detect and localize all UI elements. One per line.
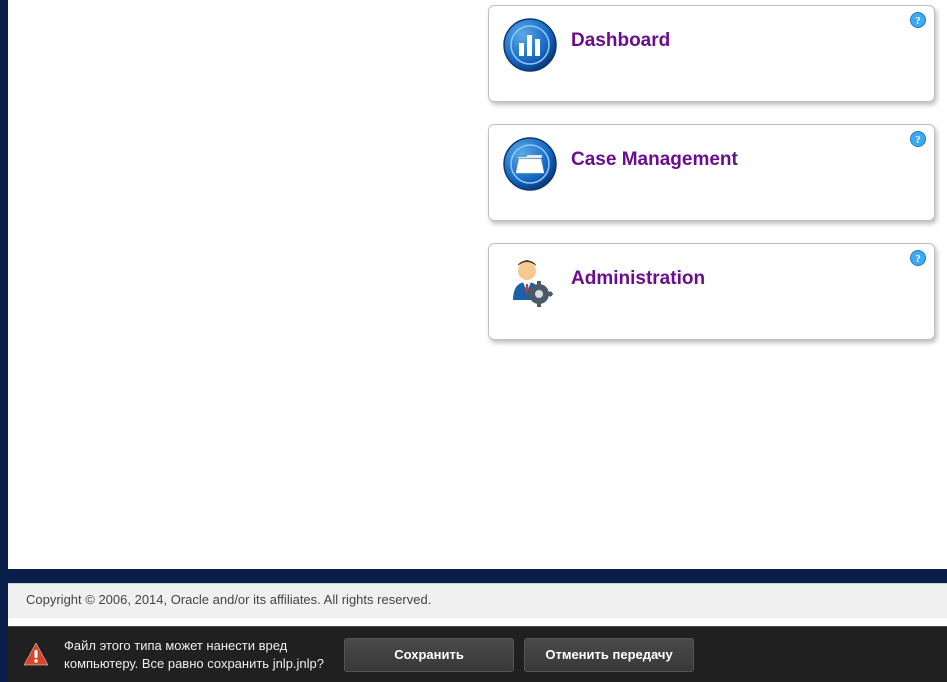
warning-line-1: Файл этого типа может нанести вред bbox=[64, 637, 324, 655]
help-icon[interactable]: ? bbox=[910, 250, 926, 266]
svg-text:?: ? bbox=[915, 253, 921, 265]
warning-icon bbox=[22, 641, 50, 669]
download-bar: Файл этого типа может нанести вред компь… bbox=[8, 626, 947, 682]
help-icon[interactable]: ? bbox=[910, 131, 926, 147]
user-gear-icon bbox=[503, 256, 557, 310]
warning-line-2: компьютеру. Все равно сохранить jnlp.jnl… bbox=[64, 655, 324, 673]
card-dashboard[interactable]: ? bbox=[488, 5, 935, 102]
cards-container: ? bbox=[488, 5, 935, 362]
cancel-download-button[interactable]: Отменить передачу bbox=[524, 638, 694, 672]
card-title-label: Administration bbox=[571, 268, 705, 290]
main-area: ? bbox=[0, 0, 947, 682]
card-title-label: Dashboard bbox=[571, 30, 670, 52]
download-warning-text: Файл этого типа может нанести вред компь… bbox=[64, 637, 324, 672]
card-administration[interactable]: ? bbox=[488, 243, 935, 340]
card-title-label: Case Management bbox=[571, 149, 738, 171]
svg-text:?: ? bbox=[915, 134, 921, 146]
copyright-text: Copyright © 2006, 2014, Oracle and/or it… bbox=[26, 592, 431, 607]
save-button[interactable]: Сохранить bbox=[344, 638, 514, 672]
svg-text:?: ? bbox=[915, 15, 921, 27]
help-icon[interactable]: ? bbox=[910, 12, 926, 28]
chart-icon bbox=[503, 18, 557, 72]
blue-bar bbox=[8, 569, 947, 583]
card-case-management[interactable]: ? Case Ma bbox=[488, 124, 935, 221]
footer: Copyright © 2006, 2014, Oracle and/or it… bbox=[8, 583, 947, 618]
folder-icon bbox=[503, 137, 557, 191]
